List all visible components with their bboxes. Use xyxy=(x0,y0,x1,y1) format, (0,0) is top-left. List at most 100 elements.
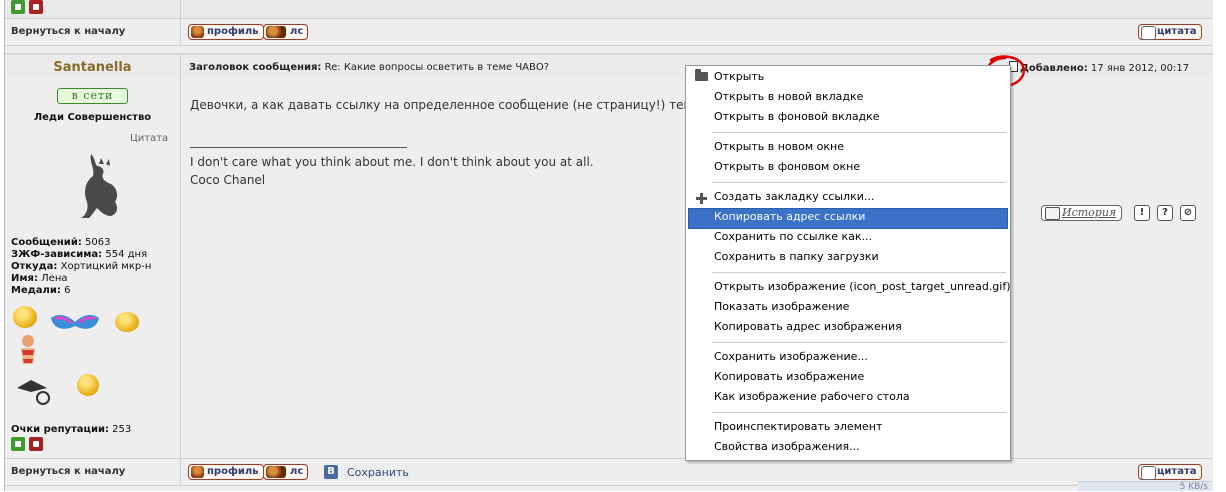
menu-item-open-image[interactable]: Открыть изображение (icon_post_target_un… xyxy=(714,277,1011,297)
menu-separator xyxy=(712,132,1006,133)
post-date: Добавлено: 17 янв 2012, 00:17 xyxy=(1009,61,1189,74)
menu-item-open-new-window[interactable]: Открыть в новом окне xyxy=(714,137,844,157)
quote-icon xyxy=(1141,26,1156,40)
folder-icon xyxy=(695,69,708,81)
thumbs-up-icon[interactable] xyxy=(11,0,25,14)
post-footer: Вернуться к началу профиль лс цитата xyxy=(5,458,1213,486)
menu-separator xyxy=(712,272,1006,273)
signature: I don't care what you think about me. I … xyxy=(190,153,594,189)
private-message-button-label: лс xyxy=(290,26,304,37)
previous-post-fragment xyxy=(5,0,1213,19)
page-margin xyxy=(1213,0,1226,491)
save-link[interactable]: Сохранить xyxy=(347,466,409,479)
column-divider xyxy=(180,55,181,79)
menu-item-open-new-tab[interactable]: Открыть в новой вкладке xyxy=(714,87,863,107)
quote-button-label: цитата xyxy=(1157,466,1197,477)
private-message-icon xyxy=(266,466,286,478)
column-divider xyxy=(180,0,181,18)
post-date-prefix: Добавлено: xyxy=(1020,63,1088,74)
post-subject-prefix: Заголовок сообщения: xyxy=(189,62,322,73)
history-button-label: История xyxy=(1062,206,1117,219)
signature-line: Coco Chanel xyxy=(190,173,266,187)
medals-label: Медали: xyxy=(11,285,61,296)
user-stats: Сообщений: 5063 ЗЖФ-зависима: 554 дня От… xyxy=(11,237,151,297)
magnifier-smiley-icon[interactable] xyxy=(77,374,99,396)
menu-item-inspect-element[interactable]: Проинспектировать элемент xyxy=(714,417,882,437)
thumbs-down-icon[interactable] xyxy=(29,437,43,451)
menu-item-image-properties[interactable]: Свойства изображения... xyxy=(714,437,860,457)
post-author[interactable]: Santanella xyxy=(5,60,180,75)
column-divider xyxy=(180,459,181,485)
thumbs-down-icon[interactable] xyxy=(29,0,43,14)
addict-value: 554 дня xyxy=(105,249,148,260)
addict-label: ЗЖФ-зависима: xyxy=(11,249,103,260)
history-icon xyxy=(1045,207,1060,220)
posts-label: Сообщений: xyxy=(11,237,82,248)
signature-line: I don't care what you think about me. I … xyxy=(190,155,594,169)
user-rank: Леди Совершенство xyxy=(33,112,152,123)
thumbs-up-icon[interactable] xyxy=(11,437,25,451)
back-to-top-link[interactable]: Вернуться к началу xyxy=(11,26,125,37)
menu-separator xyxy=(712,342,1006,343)
back-to-top-link[interactable]: Вернуться к началу xyxy=(11,466,125,477)
detective-smiley-icon[interactable] xyxy=(115,312,139,332)
name-value: Лена xyxy=(41,273,68,284)
menu-item-bookmark-link[interactable]: Создать закладку ссылки... xyxy=(714,187,874,207)
reputation: Очки репутации: 253 xyxy=(11,424,131,435)
reputation-value: 253 xyxy=(112,424,132,435)
private-message-button[interactable]: лс xyxy=(263,464,309,480)
private-message-button-label: лс xyxy=(290,466,304,477)
menu-separator xyxy=(712,412,1006,413)
post-subject-text: Re: Какие вопросы осветить в теме ЧАВО? xyxy=(324,62,550,73)
location-label: Откуда: xyxy=(11,261,58,272)
menu-item-copy-image-address[interactable]: Копировать адрес изображения xyxy=(714,317,902,337)
menu-separator xyxy=(712,182,1006,183)
menu-item-save-link-as[interactable]: Сохранить по ссылке как... xyxy=(714,227,872,247)
menu-item-copy-link-address[interactable]: Копировать адрес ссылки xyxy=(714,207,865,227)
column-divider xyxy=(180,19,181,45)
spy-medal-icon[interactable] xyxy=(13,374,53,406)
medals-value: 6 xyxy=(64,285,71,296)
swimsuit-medal-icon[interactable] xyxy=(13,334,43,372)
download-speed-indicator: 5 KB/s xyxy=(1078,481,1212,492)
name-label: Имя: xyxy=(11,273,38,284)
quote-button[interactable]: цитата xyxy=(1138,24,1202,40)
profile-button[interactable]: профиль xyxy=(188,24,264,40)
private-message-button[interactable]: лс xyxy=(263,24,309,40)
profile-icon xyxy=(191,466,204,478)
menu-item-save-to-downloads[interactable]: Сохранить в папку загрузки xyxy=(714,247,879,267)
plus-icon xyxy=(696,193,707,204)
location-value: Хортицкий мкр-н xyxy=(60,261,152,272)
post-date-value: 17 янв 2012, 00:17 xyxy=(1090,63,1190,74)
mask-medal-icon[interactable] xyxy=(49,310,101,334)
menu-item-set-desktop-background[interactable]: Как изображение рабочего стола xyxy=(714,387,910,407)
menu-item-open-background-tab[interactable]: Открыть в фоновой вкладке xyxy=(714,107,880,127)
forum-page: Вернуться к началу профиль лс цитата San… xyxy=(4,0,1214,491)
menu-item-open-background-window[interactable]: Открыть в фоновом окне xyxy=(714,157,860,177)
post-header: Santanella Заголовок сообщения: Re: Каки… xyxy=(5,53,1213,80)
menu-item-show-image[interactable]: Показать изображение xyxy=(714,297,849,317)
quote-button[interactable]: цитата xyxy=(1138,464,1202,480)
post-body: в сети Леди Совершенство Цитата Сообщени… xyxy=(5,78,1213,458)
post-subject: Заголовок сообщения: Re: Какие вопросы о… xyxy=(189,62,549,73)
report-icon[interactable]: ! xyxy=(1134,205,1150,221)
online-status-badge: в сети xyxy=(57,88,128,104)
private-message-icon xyxy=(266,26,286,38)
cat-avatar xyxy=(81,154,118,218)
menu-item-open[interactable]: Открыть xyxy=(714,67,764,87)
vk-share-icon[interactable]: В xyxy=(324,465,338,479)
help-icon[interactable]: ? xyxy=(1157,205,1173,221)
medal-smiley-icon[interactable] xyxy=(13,306,37,328)
profile-button-label: профиль xyxy=(207,466,259,477)
profile-button[interactable]: профиль xyxy=(188,464,264,480)
menu-item-save-image[interactable]: Сохранить изображение... xyxy=(714,347,868,367)
block-icon[interactable]: ⊘ xyxy=(1180,205,1196,221)
post-message: Девочки, а как давать ссылку на определе… xyxy=(190,98,709,112)
user-quote-tag: Цитата xyxy=(130,133,169,144)
history-button[interactable]: История xyxy=(1041,205,1123,221)
context-menu: Открыть Открыть в новой вкладке Открыть … xyxy=(685,65,1011,461)
profile-button-label: профиль xyxy=(207,26,259,37)
posts-value: 5063 xyxy=(85,237,111,248)
profile-icon xyxy=(191,26,204,38)
menu-item-copy-image[interactable]: Копировать изображение xyxy=(714,367,864,387)
